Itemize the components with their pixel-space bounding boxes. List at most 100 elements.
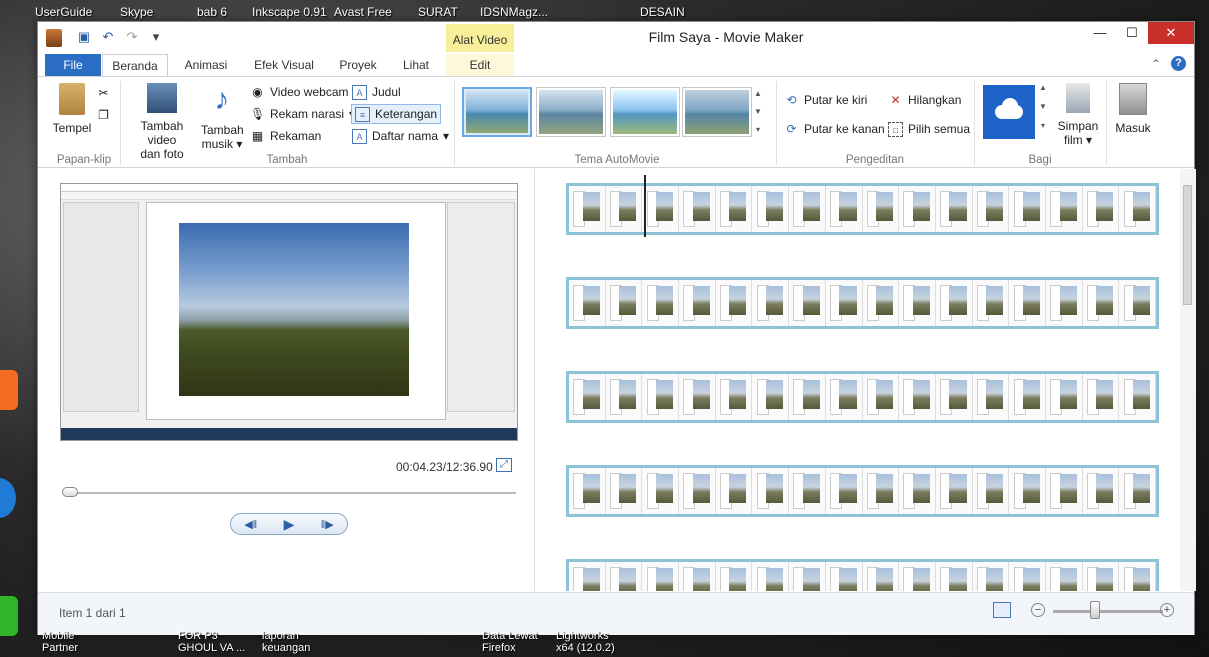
automovie-theme-2[interactable] [536,87,606,137]
credits-button[interactable]: A Daftar nama ▾ [352,126,449,146]
group-separator [776,81,777,165]
zoom-slider[interactable] [1053,610,1163,613]
desktop-label-mobile-partner[interactable]: Mobile Partner [42,630,78,654]
webcam-button[interactable]: ◉ Video webcam [250,82,348,102]
user-icon [1119,83,1147,115]
desktop-label-userguide[interactable]: UserGuide [35,5,92,19]
ribbon: Tempel ✂ ❐ Papan-klip Tambah video dan fo… [38,76,1194,168]
automovie-theme-4[interactable] [682,87,752,137]
narration-button[interactable]: 🎙Rekam narasi ▾ [250,104,355,124]
fullscreen-icon[interactable]: ⤢ [496,458,512,472]
window-title: Film Saya - Movie Maker [648,29,804,45]
remove-icon: ✕ [890,92,901,107]
desktop-label-surat[interactable]: SURAT [418,5,458,19]
storyboard-scrollbar[interactable] [1180,169,1196,591]
desktop-label-bab6[interactable]: bab 6 [197,5,227,19]
seek-bar[interactable] [66,492,516,494]
seek-thumb[interactable] [62,487,78,497]
caption-button[interactable]: ≡ Keterangan [351,104,442,124]
thumbnail-size-icon[interactable] [993,602,1011,618]
tab-beranda[interactable]: Beranda [102,54,168,76]
credits-icon: A [352,128,367,144]
zoom-thumb[interactable] [1090,601,1100,619]
group-separator [1106,81,1107,165]
theme-gallery-scroll[interactable]: ▲ ▼ ▾ [752,85,764,143]
desktop-label-ghoul[interactable]: FOR P3 GHOUL VA ... [178,630,245,654]
desktop-label-laporan[interactable]: laporan keuangan [262,630,310,654]
paste-icon [59,83,85,115]
microphone-icon: 🎙 [250,106,266,121]
title-icon: A [352,84,367,100]
collapse-ribbon-icon[interactable]: ⌃ [1151,57,1161,71]
desktop-label-lightworks[interactable]: Lightworks x64 (12.0.2) [556,630,615,654]
select-all-button[interactable]: □ Pilih semua [888,119,970,139]
scrollbar-thumb[interactable] [1183,185,1192,305]
desktop-icon-blue[interactable] [0,478,16,518]
clip-strip[interactable] [566,559,1159,591]
title-button[interactable]: A Judul [352,82,401,102]
tab-edit[interactable]: Edit [446,54,514,76]
preview-frame-menubar [61,192,517,200]
status-bar: Item 1 dari 1 − + [38,592,1194,635]
movie-maker-window: ▣ ↶ ↷ ▾ Alat Video Film Saya - Movie Mak… [37,21,1196,635]
preview-pane: 00:04.23/12:36.90 ⤢ ◀‖ ▶ ‖▶ [38,169,535,591]
desktop-icon-green[interactable] [0,596,18,636]
desktop-label-idsnmagz[interactable]: IDSNMagz... [480,5,548,19]
clip-strip[interactable] [566,277,1159,329]
copy-icon: ❐ [98,107,109,122]
group-label-share: Bagi [1028,154,1052,166]
tab-animasi[interactable]: Animasi [176,54,236,76]
automovie-theme-3[interactable] [610,87,680,137]
clip-strip[interactable] [566,371,1159,423]
help-icon[interactable]: ? [1171,56,1186,71]
preview-photo [179,223,409,396]
save-movie-button[interactable]: Simpan film ▾ [1056,83,1100,147]
cut-button[interactable]: ✂ [96,83,111,103]
remove-button[interactable]: ✕ Hilangkan [888,90,961,110]
paste-button[interactable]: Tempel [50,83,94,135]
maximize-button[interactable]: ☐ [1116,22,1148,44]
next-frame-icon[interactable]: ‖▶ [321,518,334,531]
group-separator [454,81,455,165]
zoom-out-button[interactable]: − [1031,603,1045,617]
group-separator [974,81,975,165]
tab-lihat[interactable]: Lihat [394,54,438,76]
minimize-button[interactable]: — [1084,22,1116,44]
preview-frame-titlebar [61,184,517,192]
desktop-label-desain[interactable]: DESAIN [640,5,685,19]
desktop-label-inkscape[interactable]: Inkscape 0.91 [252,5,327,19]
rotate-right-button[interactable]: ⟳ Putar ke kanan [784,119,884,139]
rotate-left-icon: ⟲ [786,92,797,107]
share-gallery-scroll[interactable]: ▲ ▼ ▾ [1039,83,1047,143]
rotate-right-icon: ⟳ [786,121,797,136]
rotate-left-button[interactable]: ⟲ Putar ke kiri [784,90,867,110]
ribbon-tabs: File Beranda Animasi Efek Visual Proyek … [38,54,1194,76]
sign-in-button[interactable]: Masuk [1112,83,1154,135]
snapshot-button[interactable]: ▦ Rekaman [250,126,322,146]
preview-frame-layers [447,202,515,412]
storyboard [536,169,1196,591]
copy-button[interactable]: ❐ [96,105,111,125]
video-preview[interactable] [60,183,518,441]
clip-strip[interactable] [566,465,1159,517]
close-button[interactable]: ✕ [1148,22,1194,44]
select-all-icon: □ [888,121,903,137]
playhead[interactable] [644,175,646,237]
desktop-icon-orange[interactable] [0,370,18,410]
zoom-in-button[interactable]: + [1160,603,1174,617]
tab-proyek[interactable]: Proyek [330,54,386,76]
tab-file[interactable]: File [45,54,101,76]
play-icon[interactable]: ▶ [284,516,295,533]
automovie-theme-1[interactable] [462,87,532,137]
previous-frame-icon[interactable]: ◀‖ [244,518,257,531]
clip-strip[interactable] [566,183,1159,235]
add-music-button[interactable]: ♪ Tambah musik ▾ [201,83,244,151]
snapshot-icon: ▦ [251,128,264,143]
add-video-button[interactable]: Tambah video dan foto [126,83,198,161]
tab-efek-visual[interactable]: Efek Visual [246,54,322,76]
desktop-label-skype[interactable]: Skype [120,5,153,19]
preview-frame-canvas [146,202,446,420]
onedrive-icon[interactable] [983,85,1035,139]
desktop-label-avast[interactable]: Avast Free [334,5,392,19]
desktop-label-firefox[interactable]: Data Lewat Firefox [482,630,538,654]
